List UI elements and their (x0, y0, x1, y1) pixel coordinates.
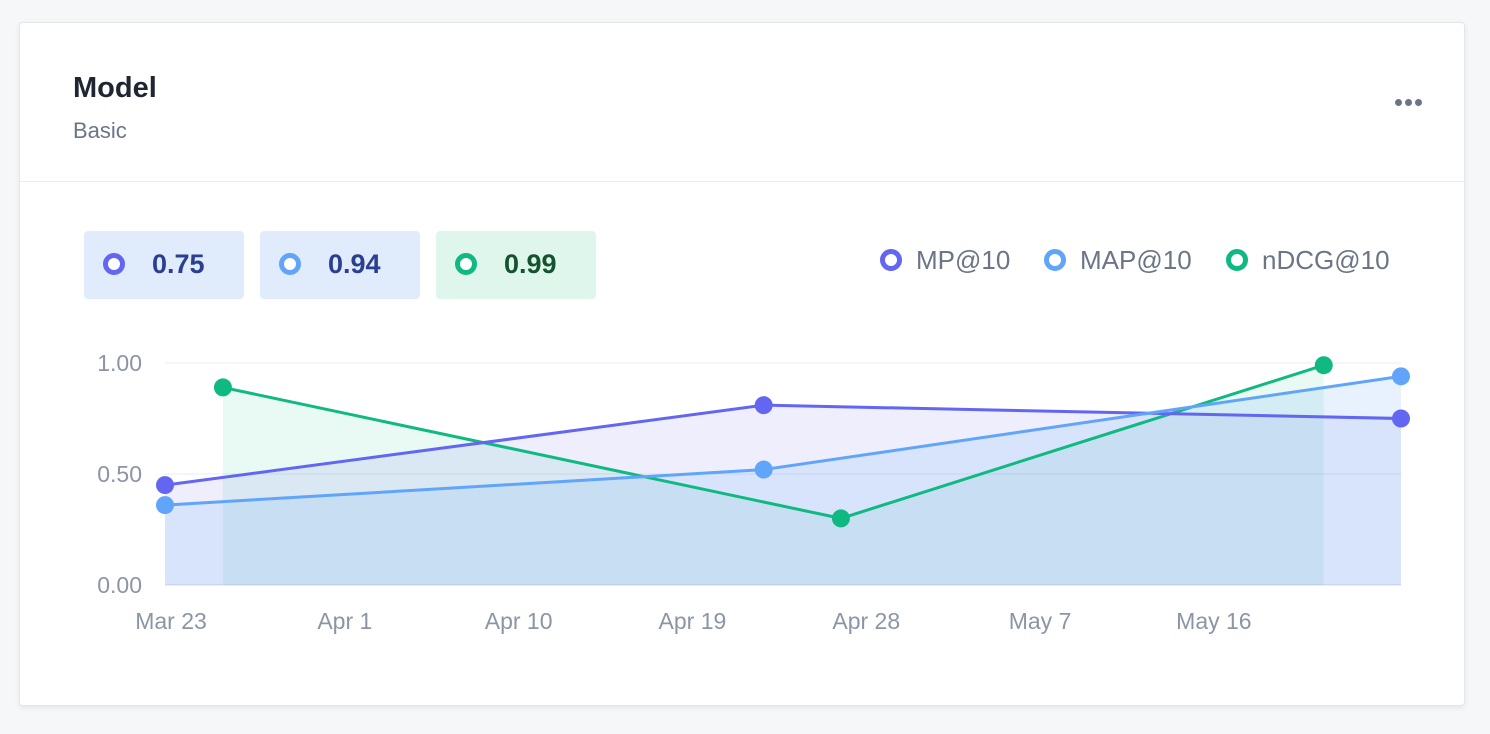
data-point (156, 476, 174, 495)
y-tick-label: 0.50 (97, 461, 142, 487)
y-tick-label: 0.00 (97, 572, 142, 598)
data-point (156, 496, 174, 515)
x-tick-label: Apr 28 (832, 608, 900, 634)
data-point (831, 509, 850, 528)
data-point (1392, 409, 1410, 428)
data-point (754, 460, 773, 479)
y-tick-label: 1.00 (97, 350, 142, 376)
x-tick-label: May 16 (1176, 608, 1251, 634)
x-tick-label: Apr 10 (485, 608, 553, 634)
data-point (1392, 367, 1410, 386)
x-tick-label: Mar 23 (135, 608, 207, 634)
line-chart: 0.00 0.50 1.00 Mar 23 Apr 1 Apr 10 Apr 19 Apr 2… (97, 350, 1410, 634)
data-point (1314, 356, 1333, 375)
x-tick-label: Apr 19 (659, 608, 727, 634)
model-card: Model Basic 0.75 0.94 0.99 MP@10 MAP@10 … (19, 22, 1465, 706)
data-point (754, 396, 773, 415)
x-tick-label: May 7 (1009, 608, 1072, 634)
data-point (213, 378, 232, 397)
x-tick-label: Apr 1 (317, 608, 372, 634)
